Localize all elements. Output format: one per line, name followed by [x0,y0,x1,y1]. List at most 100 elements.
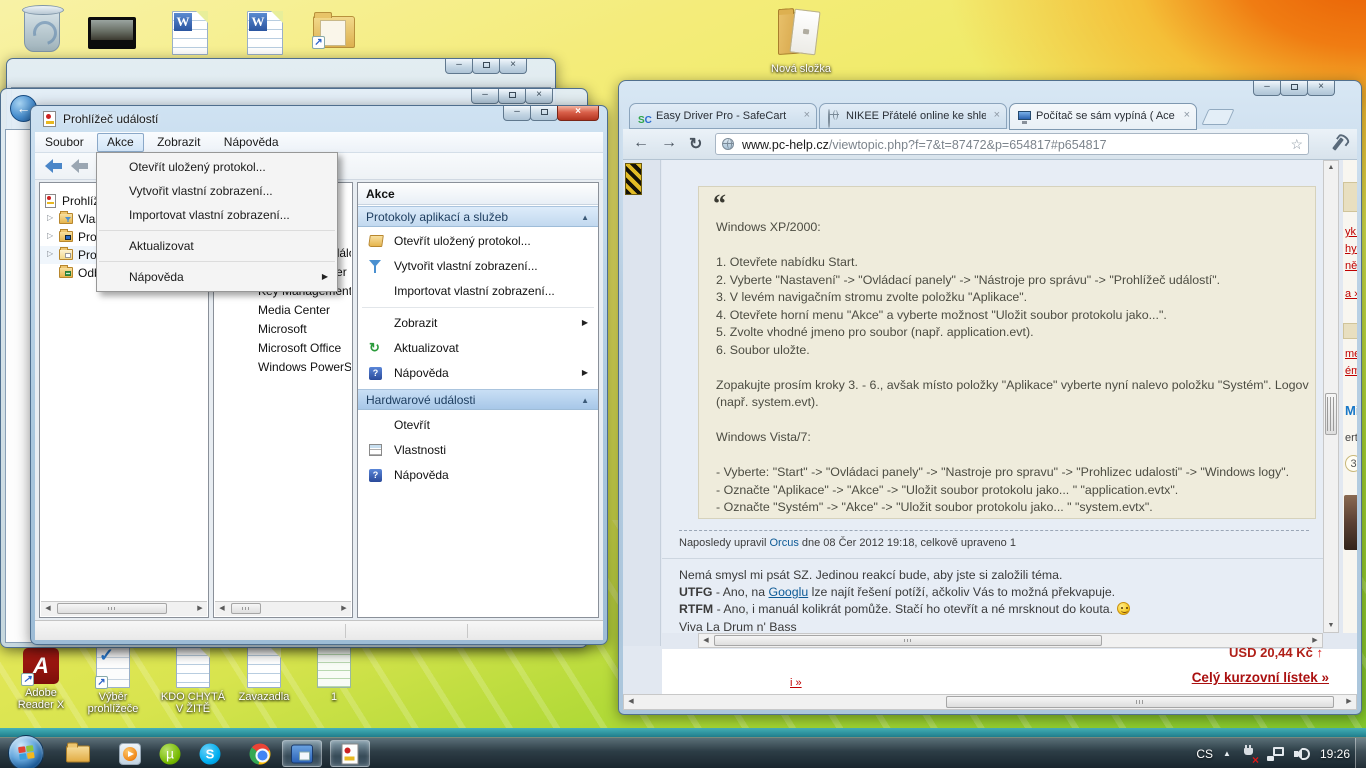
taskbar-utorrent-button[interactable]: µ [150,740,190,767]
maximize-button[interactable] [472,59,500,74]
scroll-left-icon[interactable]: ◀ [41,602,55,615]
menu-item-open-saved-log[interactable]: Otevřít uložený protokol... [97,155,337,179]
action-import-custom-view[interactable]: Importovat vlastní zobrazení... [358,279,598,304]
scroll-thumb[interactable] [231,603,261,614]
volume-icon[interactable] [1294,747,1310,761]
browser-window[interactable]: – × SC Easy Driver Pro - SafeCart × NIKE… [618,80,1362,715]
action-help[interactable]: ?Nápověda▶ [358,361,598,386]
network-icon[interactable] [1267,747,1284,761]
tab-close-icon[interactable]: × [1184,109,1190,121]
expand-icon[interactable]: ▷ [47,249,53,258]
language-indicator[interactable]: CS [1196,747,1213,761]
menu-item-create-custom-view[interactable]: Vytvořit vlastní zobrazení... [97,179,337,203]
sidebar-link[interactable]: yk. [1345,226,1357,238]
tab-close-icon[interactable]: × [804,109,810,121]
back-icon[interactable]: ← [633,134,649,152]
tab-easy-driver[interactable]: SC Easy Driver Pro - SafeCart × [629,103,817,129]
close-button[interactable]: × [525,89,553,104]
action-refresh[interactable]: ↻Aktualizovat [358,336,598,361]
scroll-thumb[interactable] [946,696,1334,708]
show-hidden-icons[interactable]: ▲ [1223,749,1231,758]
forward-icon[interactable]: → [661,134,677,152]
desktop-icon-zavazadla[interactable]: Zavazadla [228,646,300,703]
desktop-icon-nova-slozka[interactable]: Nová složka [763,8,839,75]
list-horizontal-scrollbar[interactable]: ◀ ▶ [215,601,351,616]
author-link[interactable]: Orcus [770,537,799,549]
address-bar[interactable]: www.pc-help.cz/viewtopic.php?f=7&t=87472… [715,133,1309,155]
collapse-icon[interactable]: ▲ [581,396,589,405]
expand-icon[interactable]: ▷ [47,231,53,240]
actions-section-hardwarove[interactable]: Hardwarové události▲ [358,389,598,410]
scroll-down-icon[interactable]: ▼ [1324,619,1338,632]
action-open-saved-log[interactable]: Otevřít uložený protokol... [358,229,598,254]
page-horizontal-scrollbar[interactable]: ◀ ▶ [623,694,1357,710]
action-properties[interactable]: Vlastnosti [358,438,598,463]
list-item[interactable]: Media Center [214,303,351,322]
desktop-icon-1[interactable]: 1 [305,646,363,703]
action-view[interactable]: Zobrazit▶ [358,311,598,336]
scroll-left-icon[interactable]: ◀ [699,634,713,647]
sidebar-link[interactable]: a » [1345,288,1357,300]
scroll-thumb[interactable] [57,603,167,614]
list-item[interactable]: Microsoft Office [214,341,351,360]
minimize-button[interactable]: – [503,106,531,121]
scroll-thumb[interactable] [1325,393,1337,435]
folder-shortcut-icon[interactable]: ↗ [306,16,362,48]
expand-icon[interactable]: ▷ [47,213,53,222]
taskbar-app-button[interactable] [282,740,322,767]
minimize-button[interactable]: – [1253,81,1281,96]
scroll-left-icon[interactable]: ◀ [215,602,229,615]
photo-file-icon[interactable] [84,17,140,49]
scroll-left-icon[interactable]: ◀ [624,695,638,708]
scroll-right-icon[interactable]: ▶ [193,602,207,615]
clock[interactable]: 19:26 [1320,747,1350,761]
menu-akce[interactable]: Akce [97,133,144,152]
bookmark-star-icon[interactable]: ☆ [1290,136,1303,153]
menu-napoveda[interactable]: Nápověda [214,133,289,152]
maximize-button[interactable] [530,106,558,121]
tree-horizontal-scrollbar[interactable]: ◀ ▶ [41,601,207,616]
wrench-menu-icon[interactable] [1332,137,1344,150]
maximize-button[interactable] [498,89,526,104]
menu-item-help[interactable]: Nápověda▶ [97,265,337,289]
tab-close-icon[interactable]: × [994,109,1000,121]
tab-nikee[interactable]: NIKEE Přátelé online ke shle × [819,103,1007,129]
desktop-icon-adobe-reader[interactable]: A↗ Adobe Reader X [6,648,76,711]
new-tab-button[interactable] [1201,109,1234,125]
menu-item-refresh[interactable]: Aktualizovat [97,234,337,258]
tab-pocitac-active[interactable]: Počítač se sám vypíná ( Ace × [1009,103,1197,130]
close-button[interactable]: × [1307,81,1335,96]
scroll-up-icon[interactable]: ▲ [1324,161,1338,174]
collapse-icon[interactable]: ▲ [581,213,589,222]
close-button[interactable]: × [499,59,527,74]
show-desktop-button[interactable] [1355,738,1366,768]
post-vertical-scrollbar[interactable]: ▲ ▼ [1323,160,1339,633]
start-button[interactable] [8,735,44,768]
sidebar-link[interactable]: ně [1345,260,1357,272]
desktop-icon-kdo-chyta[interactable]: KDO CHYTÁV ŽITĚ [152,646,234,715]
action-create-custom-view[interactable]: Vytvořit vlastní zobrazení... [358,254,598,279]
sidebar-link[interactable]: meti [1345,348,1357,360]
action-open[interactable]: Otevřít [358,413,598,438]
google-link[interactable]: Googlu [769,585,809,599]
menu-item-import-custom-view[interactable]: Importovat vlastní zobrazení... [97,203,337,227]
taskbar-explorer-button[interactable] [58,740,98,767]
forward-icon[interactable] [71,160,89,172]
close-button[interactable]: × [557,106,599,121]
list-item[interactable]: Windows PowerShell [214,360,351,379]
actions-section-protokoly[interactable]: Protokoly aplikací a služeb▲ [358,206,598,227]
minimize-button[interactable]: – [471,89,499,104]
action-help2[interactable]: ?Nápověda [358,463,598,488]
minimize-button[interactable]: – [445,59,473,74]
footer-link[interactable]: i » [790,677,802,689]
list-item[interactable]: Microsoft [214,322,351,341]
maximize-button[interactable] [1280,81,1308,96]
scroll-thumb[interactable] [714,635,1102,646]
scroll-right-icon[interactable]: ▶ [1342,695,1356,708]
taskbar-event-viewer-button[interactable] [330,740,370,767]
reload-icon[interactable]: ↻ [689,134,702,154]
taskbar-skype-button[interactable]: S [190,740,230,767]
taskbar-media-player-button[interactable] [110,740,150,767]
recycle-bin-icon[interactable] [12,8,72,52]
menu-soubor[interactable]: Soubor [35,133,94,152]
